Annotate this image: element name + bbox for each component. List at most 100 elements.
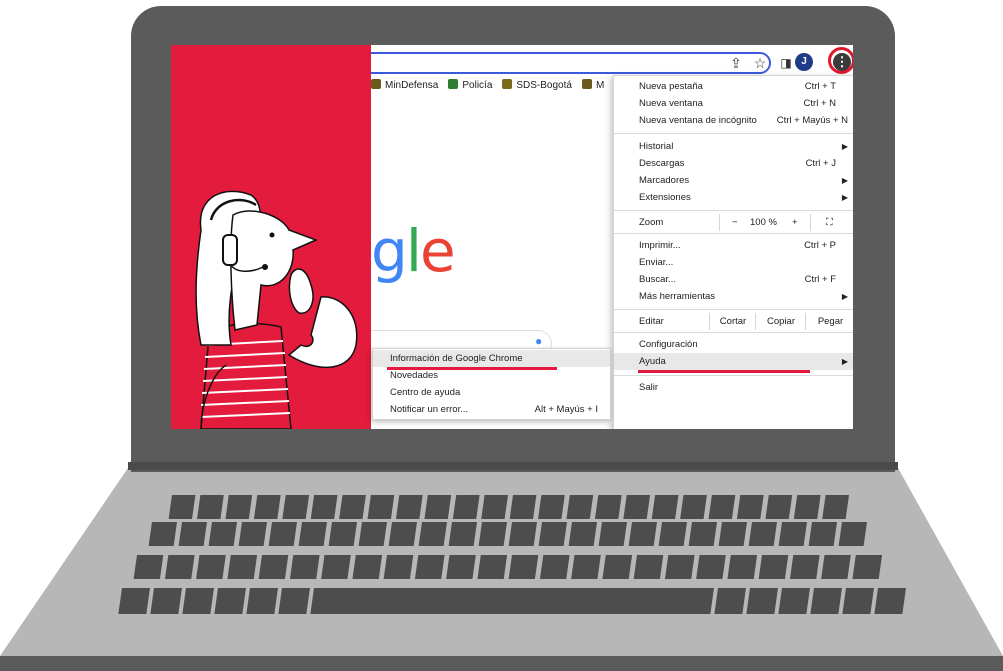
menu-item-exit[interactable]: Salir <box>614 379 853 396</box>
bookmark-favicon-icon <box>502 79 513 89</box>
keyboard-key <box>838 522 867 546</box>
keyboard-key <box>258 555 289 579</box>
keyboard-key <box>418 522 447 546</box>
submenu-item-whats-new[interactable]: Novedades <box>373 367 610 384</box>
paste-button[interactable]: Pegar <box>805 313 853 330</box>
menu-item-label: Buscar... <box>639 274 676 285</box>
menu-item-label: Más herramientas <box>639 291 716 302</box>
menu-item-find[interactable]: Buscar... Ctrl + F <box>614 271 853 288</box>
keyboard-key <box>874 588 906 614</box>
keyboard-key <box>538 495 565 519</box>
support-agent-illustration <box>195 190 358 429</box>
keyboard-key <box>182 588 214 614</box>
keyboard-key <box>566 495 594 519</box>
menu-item-cast[interactable]: Enviar... <box>614 254 853 271</box>
keyboard-key <box>196 555 226 579</box>
logo-letter-l: l <box>405 217 422 285</box>
menu-item-print[interactable]: Imprimir... Ctrl + P <box>614 237 853 254</box>
keyboard-key <box>727 555 758 579</box>
keyboard-key <box>367 495 395 519</box>
menu-item-label: Extensiones <box>639 192 691 203</box>
keyboard-key <box>118 588 150 614</box>
bookmark-item[interactable]: MinDefensa <box>371 79 438 91</box>
menu-item-new-window[interactable]: Nueva ventana Ctrl + N <box>614 95 853 112</box>
submenu-item-report-issue[interactable]: Notificar un error... Alt + Mayús + I <box>373 401 610 418</box>
bookmarks-bar: MinDefensa Policía SDS-Bogotá M <box>371 79 614 97</box>
chrome-main-menu: Nueva pestaña Ctrl + T Nueva ventana Ctr… <box>613 75 853 429</box>
menu-item-shortcut: Ctrl + J <box>805 158 836 169</box>
menu-item-help[interactable]: Ayuda ▶ <box>614 353 853 370</box>
keyboard-key <box>842 588 874 614</box>
menu-item-label: Descargas <box>639 158 685 169</box>
menu-item-incognito[interactable]: Nueva ventana de incógnito Ctrl + Mayús … <box>614 112 853 129</box>
menu-item-more-tools[interactable]: Más herramientas ▶ <box>614 288 853 305</box>
menu-item-label: Editar <box>639 316 664 327</box>
menu-item-history[interactable]: Historial ▶ <box>614 138 853 155</box>
zoom-in-button[interactable]: + <box>792 214 798 231</box>
keyboard-key <box>452 495 480 519</box>
keyboard-key <box>765 495 793 519</box>
bookmark-item[interactable]: Policía <box>448 79 492 91</box>
keyboard-key <box>448 522 477 546</box>
keyboard-key <box>664 555 695 579</box>
menu-item-shortcut: Ctrl + N <box>803 98 836 109</box>
keyboard-key <box>395 495 423 519</box>
menu-item-new-tab[interactable]: Nueva pestaña Ctrl + T <box>614 78 853 95</box>
keyboard-key <box>594 495 622 519</box>
microphone-icon[interactable]: ● <box>535 334 542 348</box>
keyboard-key <box>598 522 627 546</box>
fullscreen-icon[interactable]: ⛶ <box>826 214 833 231</box>
bookmark-label: M <box>595 80 605 91</box>
submenu-arrow-icon: ▶ <box>841 292 848 301</box>
zoom-level: 100 % <box>750 217 777 228</box>
bookmark-label: SDS-Bogotá <box>516 80 572 91</box>
bookmark-item[interactable]: SDS-Bogotá <box>502 79 572 91</box>
keyboard-key <box>808 522 837 546</box>
keyboard-key <box>571 555 601 579</box>
bookmark-label: Policía <box>462 80 493 91</box>
menu-item-settings[interactable]: Configuración <box>614 336 853 353</box>
keyboard-key <box>509 495 537 519</box>
star-icon[interactable]: ☆ <box>751 54 769 72</box>
menu-item-shortcut: Ctrl + T <box>804 81 836 92</box>
menu-item-label: Ayuda <box>639 356 666 367</box>
menu-item-label: Nueva ventana <box>639 98 703 109</box>
keyboard-key <box>508 522 537 546</box>
support-illustration-panel <box>171 45 371 429</box>
keyboard-key <box>508 555 539 579</box>
keyboard-key <box>358 522 387 546</box>
profile-avatar[interactable]: J <box>795 53 813 71</box>
keyboard-key <box>352 555 383 579</box>
keyboard-key <box>778 522 807 546</box>
zoom-controls: − 100 % + <box>719 214 811 231</box>
help-underline <box>638 370 810 373</box>
menu-separator <box>614 332 853 333</box>
submenu-arrow-icon: ▶ <box>841 193 848 202</box>
keyboard-key <box>446 555 476 579</box>
copy-button[interactable]: Copiar <box>755 313 806 330</box>
space-bar-key <box>310 588 714 614</box>
keyboard-key <box>477 555 508 579</box>
keyboard-key <box>481 495 509 519</box>
menu-item-extensions[interactable]: Extensiones ▶ <box>614 189 853 206</box>
address-bar[interactable] <box>371 52 771 74</box>
logo-letter-e: e <box>419 217 456 285</box>
keyboard-key <box>822 495 849 519</box>
side-panel-icon[interactable]: ◨ <box>777 54 795 72</box>
submenu-item-help-center[interactable]: Centro de ayuda <box>373 384 610 401</box>
submenu-item-about-chrome[interactable]: Información de Google Chrome <box>373 350 610 367</box>
cut-button[interactable]: Cortar <box>709 313 756 330</box>
menu-item-label: Nueva pestaña <box>639 81 703 92</box>
submenu-item-label: Novedades <box>390 370 439 381</box>
menu-item-bookmarks[interactable]: Marcadores ▶ <box>614 172 853 189</box>
share-icon[interactable]: ⇪ <box>727 54 745 72</box>
menu-item-zoom: Zoom − 100 % + ⛶ <box>614 214 853 231</box>
zoom-out-button[interactable]: − <box>732 214 738 231</box>
keyboard-key <box>778 588 810 614</box>
bookmark-favicon-icon <box>581 79 592 89</box>
highlight-circle <box>828 47 853 74</box>
menu-item-downloads[interactable]: Descargas Ctrl + J <box>614 155 853 172</box>
bookmark-item[interactable]: M <box>581 79 605 91</box>
keyboard-key <box>680 495 707 519</box>
keyboard-key <box>628 522 657 546</box>
